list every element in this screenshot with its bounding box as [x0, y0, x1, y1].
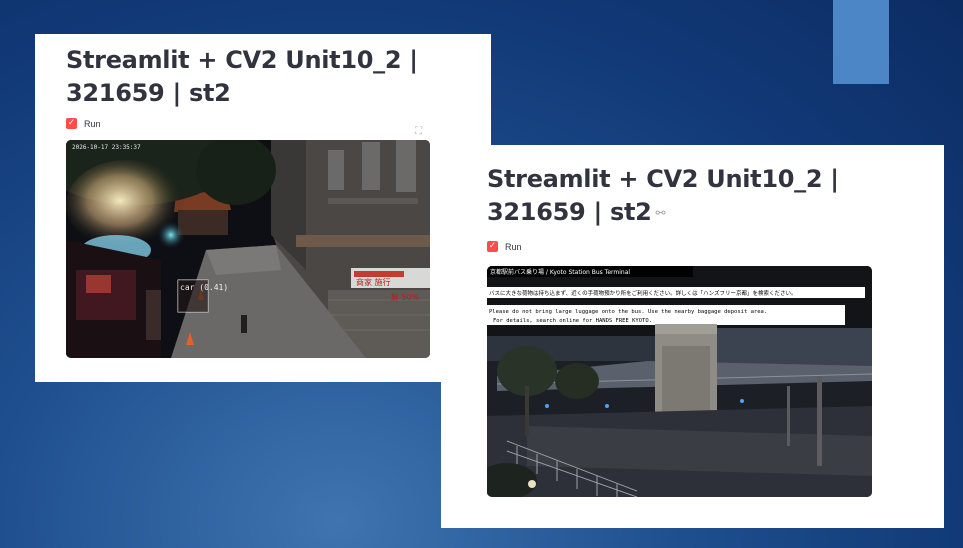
street-camera-image: 商家 施行 鮮 50% car (0.41) 2026-10-17 23:35:… — [66, 140, 430, 358]
notice-en-2: For details, search online for HANDS FRE… — [493, 318, 652, 324]
page-title: Streamlit + CV2 Unit10_2 | 321659 | st2 ⚯ — [487, 163, 932, 230]
bus-terminal-camera-image: 京都駅前バス乗り場 / Kyoto Station Bus Terminal バ… — [487, 266, 872, 497]
video-timestamp: 2026-10-17 23:35:37 — [72, 144, 141, 151]
notice-en-1: Please do not bring large luggage onto t… — [489, 309, 767, 315]
svg-text:鮮 50%: 鮮 50% — [391, 292, 420, 302]
run-label: Run — [505, 241, 522, 252]
checkbox-checked-icon[interactable]: ✓ — [487, 241, 498, 252]
checkbox-checked-icon[interactable]: ✓ — [66, 118, 77, 129]
page-title: Streamlit + CV2 Unit10_2 | 321659 | st2 — [66, 46, 418, 107]
svg-text:商家 施行: 商家 施行 — [356, 277, 391, 287]
run-checkbox[interactable]: ✓ Run — [487, 241, 522, 252]
link-icon[interactable]: ⚯ — [656, 206, 666, 220]
notice-jp: バスに大きな荷物は持ち込まず、近くの手荷物預かり所をご利用ください。詳しくは「ハ… — [489, 289, 797, 297]
detection-label: car (0.41) — [180, 283, 228, 292]
video-header: 京都駅前バス乗り場 / Kyoto Station Bus Terminal — [490, 268, 630, 276]
left-screenshot-card: Streamlit + CV2 Unit10_2 | 321659 | st2 … — [35, 34, 491, 382]
video-frame: 商家 施行 鮮 50% car (0.41) 2026-10-17 23:35:… — [66, 140, 430, 358]
run-label: Run — [84, 118, 101, 129]
accent-rectangle — [833, 0, 889, 84]
video-frame: 京都駅前バス乗り場 / Kyoto Station Bus Terminal バ… — [487, 266, 872, 497]
fullscreen-icon[interactable]: ⛶ — [415, 126, 422, 137]
right-screenshot-card: Streamlit + CV2 Unit10_2 | 321659 | st2 ⚯… — [441, 145, 944, 528]
run-checkbox[interactable]: ✓ Run — [66, 118, 101, 129]
